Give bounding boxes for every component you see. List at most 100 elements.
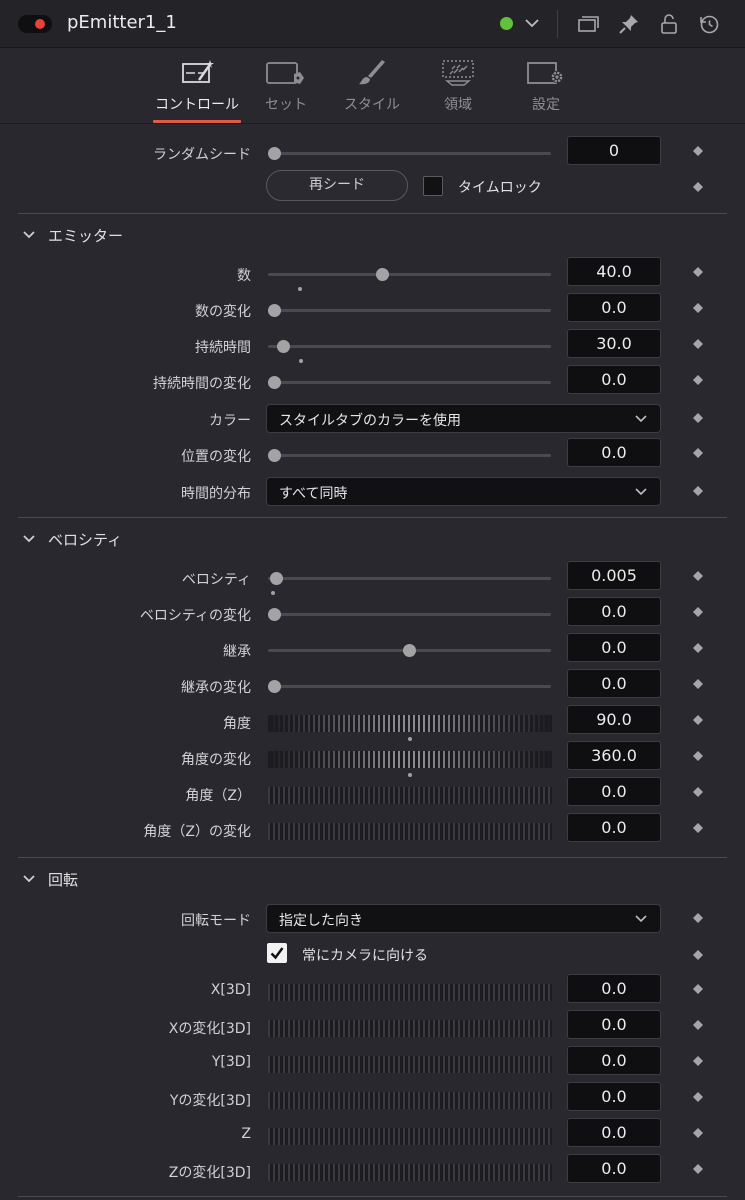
position-variance-input[interactable]: 0.0	[567, 438, 661, 467]
rotation-x-thumbwheel[interactable]	[268, 984, 552, 1001]
angle-z-thumbwheel[interactable]	[268, 787, 552, 804]
keyframe-diamond-icon[interactable]	[693, 1128, 703, 1138]
slider-knob[interactable]	[268, 680, 281, 693]
angle-variance-input[interactable]: 360.0	[567, 741, 661, 770]
number-variance-slider[interactable]	[268, 304, 551, 317]
number-input[interactable]: 40.0	[567, 257, 661, 286]
angle-input[interactable]: 90.0	[567, 705, 661, 734]
random-seed-slider[interactable]	[268, 147, 551, 160]
keyframe-diamond-icon[interactable]	[693, 303, 703, 313]
rotation-section-header[interactable]: 回転	[0, 857, 745, 897]
color-dropdown[interactable]: スタイルタブのカラーを使用	[266, 404, 661, 433]
slider-knob[interactable]	[270, 572, 283, 585]
keyframe-diamond-icon[interactable]	[693, 787, 703, 797]
slider-knob[interactable]	[268, 449, 281, 462]
velocity-variance-slider[interactable]	[268, 608, 551, 621]
rotation-y-variance-thumbwheel[interactable]	[268, 1092, 552, 1109]
slider-knob[interactable]	[376, 268, 389, 281]
keyframe-diamond-icon[interactable]	[693, 751, 703, 761]
slider-knob[interactable]	[277, 340, 290, 353]
rotation-x-variance-input[interactable]: 0.0	[567, 1010, 661, 1039]
keyframe-diamond-icon[interactable]	[693, 913, 703, 923]
keyframe-diamond-icon[interactable]	[693, 486, 703, 496]
keyframe-diamond-icon[interactable]	[693, 146, 703, 156]
keyframe-diamond-icon[interactable]	[693, 267, 703, 277]
reset-icon[interactable]	[697, 12, 721, 36]
keyframe-diamond-icon[interactable]	[693, 413, 703, 423]
keyframe-diamond-icon[interactable]	[693, 375, 703, 385]
keyframe-diamond-icon[interactable]	[693, 715, 703, 725]
random-seed-input[interactable]: 0	[567, 136, 661, 165]
rotation-z-variance-input[interactable]: 0.0	[567, 1154, 661, 1183]
temporal-distribution-dropdown[interactable]: すべて同時	[266, 477, 661, 506]
tab-set[interactable]: セット	[262, 48, 310, 124]
keyframe-diamond-icon[interactable]	[693, 1056, 703, 1066]
lifespan-slider[interactable]	[268, 340, 551, 363]
keyframe-diamond-icon[interactable]	[693, 182, 703, 192]
always-face-camera-checkbox[interactable]	[267, 943, 287, 963]
node-enable-toggle[interactable]	[18, 15, 52, 33]
keyframe-diamond-icon[interactable]	[693, 448, 703, 458]
status-color-dot[interactable]	[500, 17, 513, 30]
lock-icon[interactable]	[657, 12, 681, 36]
rotation-y-thumbwheel[interactable]	[268, 1056, 552, 1073]
angle-z-variance-input[interactable]: 0.0	[567, 813, 661, 842]
rotation-y-variance-input[interactable]: 0.0	[567, 1082, 661, 1111]
tab-style[interactable]: スタイル	[340, 48, 404, 124]
keyframe-diamond-icon[interactable]	[693, 607, 703, 617]
chevron-down-icon[interactable]	[22, 532, 36, 546]
rotation-z-input[interactable]: 0.0	[567, 1118, 661, 1147]
chevron-down-icon[interactable]	[522, 13, 542, 33]
rotation-z-thumbwheel[interactable]	[268, 1128, 552, 1145]
keyframe-diamond-icon[interactable]	[693, 950, 703, 960]
keyframe-diamond-icon[interactable]	[693, 339, 703, 349]
angle-variance-thumbwheel[interactable]	[268, 751, 552, 777]
slider-knob[interactable]	[268, 608, 281, 621]
keyframe-diamond-icon[interactable]	[693, 1020, 703, 1030]
time-lock-checkbox[interactable]	[423, 176, 443, 196]
rotation-x-variance-thumbwheel[interactable]	[268, 1020, 552, 1037]
slider-knob[interactable]	[268, 147, 281, 160]
lifespan-variance-slider[interactable]	[268, 376, 551, 389]
angle-thumbwheel[interactable]	[268, 715, 552, 741]
keyframe-diamond-icon[interactable]	[693, 571, 703, 581]
keyframe-diamond-icon[interactable]	[693, 823, 703, 833]
tab-controls[interactable]: コントロール	[153, 48, 241, 124]
keyframe-diamond-icon[interactable]	[693, 643, 703, 653]
window-icon[interactable]	[576, 12, 600, 36]
velocity-input[interactable]: 0.005	[567, 561, 661, 590]
angle-z-variance-thumbwheel[interactable]	[268, 823, 552, 840]
slider-knob[interactable]	[403, 644, 416, 657]
chevron-down-icon[interactable]	[22, 872, 36, 886]
angle-z-input[interactable]: 0.0	[567, 777, 661, 806]
chevron-down-icon[interactable]	[22, 228, 36, 242]
number-slider[interactable]	[268, 268, 551, 291]
number-variance-input[interactable]: 0.0	[567, 293, 661, 322]
velocity-slider[interactable]	[268, 572, 551, 595]
rotation-x-input[interactable]: 0.0	[567, 974, 661, 1003]
lifespan-variance-input[interactable]: 0.0	[567, 365, 661, 394]
rotation-z-variance-thumbwheel[interactable]	[268, 1164, 552, 1181]
position-variance-slider[interactable]	[268, 449, 551, 462]
inherit-input[interactable]: 0.0	[567, 633, 661, 662]
keyframe-diamond-icon[interactable]	[693, 1092, 703, 1102]
velocity-section-header[interactable]: ベロシティ	[0, 517, 745, 557]
keyframe-diamond-icon[interactable]	[693, 1164, 703, 1174]
rotation-mode-dropdown[interactable]: 指定した向き	[266, 904, 661, 933]
inherit-variance-input[interactable]: 0.0	[567, 669, 661, 698]
pin-icon[interactable]	[617, 12, 641, 36]
slider-knob[interactable]	[268, 304, 281, 317]
tab-region[interactable]: 領域	[434, 48, 482, 124]
slider-knob[interactable]	[268, 376, 281, 389]
keyframe-diamond-icon[interactable]	[693, 679, 703, 689]
lifespan-input[interactable]: 30.0	[567, 329, 661, 358]
inherit-variance-slider[interactable]	[268, 680, 551, 693]
keyframe-diamond-icon[interactable]	[693, 984, 703, 994]
tab-settings[interactable]: 設定	[522, 48, 570, 124]
number-variance-row: 数の変化 0.0	[0, 292, 745, 328]
velocity-variance-input[interactable]: 0.0	[567, 597, 661, 626]
reseed-button[interactable]: 再シード	[266, 170, 408, 201]
rotation-y-input[interactable]: 0.0	[567, 1046, 661, 1075]
emitter-section-header[interactable]: エミッター	[0, 213, 745, 253]
inherit-slider[interactable]	[268, 644, 551, 657]
